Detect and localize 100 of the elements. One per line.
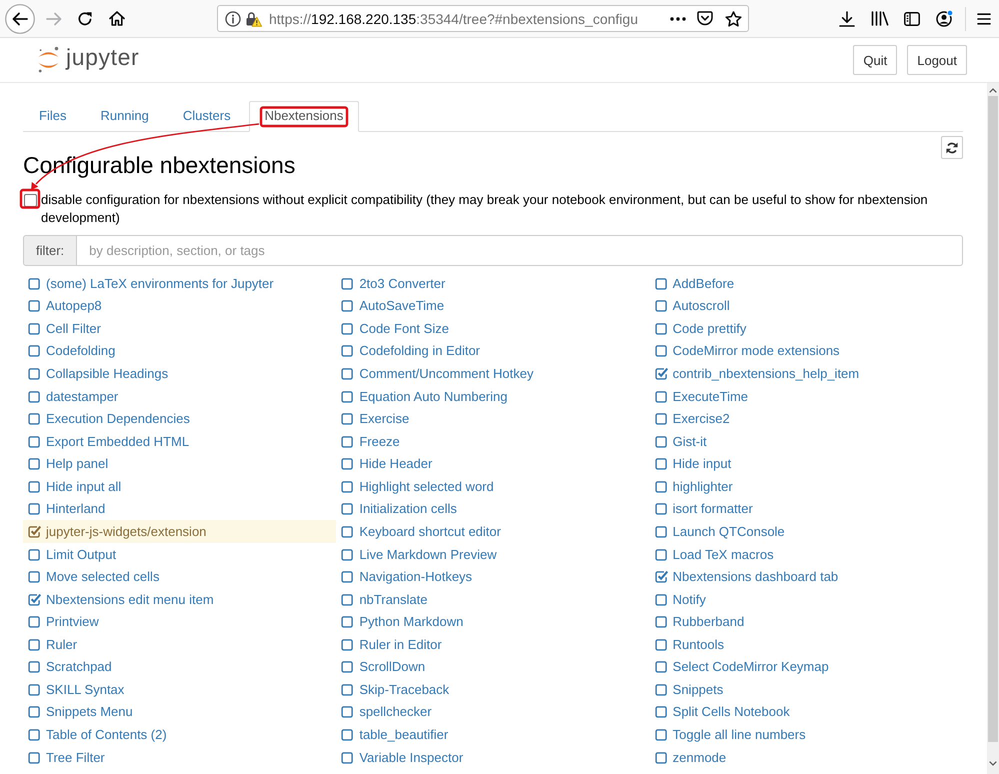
extension-item[interactable]: Execution Dependencies <box>23 407 336 430</box>
checkbox-icon[interactable] <box>654 615 668 628</box>
extension-item[interactable]: Comment/Uncomment Hotkey <box>336 362 650 385</box>
extension-item[interactable]: Notify <box>650 588 963 610</box>
checkbox-icon[interactable] <box>28 728 41 742</box>
extension-item[interactable]: Hide input <box>650 452 963 476</box>
checkbox-icon[interactable] <box>341 728 354 742</box>
library-icon[interactable] <box>871 11 889 26</box>
extension-item[interactable]: nbTranslate <box>336 588 650 610</box>
checkbox-icon[interactable] <box>654 276 668 290</box>
tab[interactable]: Running <box>84 101 165 131</box>
extension-item[interactable]: ScrollDown <box>336 656 650 678</box>
checkbox-icon[interactable] <box>28 299 41 312</box>
extension-item[interactable]: Autopep8 <box>23 294 336 318</box>
account-icon[interactable] <box>936 10 953 27</box>
refresh-button[interactable] <box>941 136 963 159</box>
extension-item[interactable]: Exercise <box>336 407 650 430</box>
checkbox-icon[interactable] <box>654 412 668 426</box>
checkbox-icon[interactable] <box>28 457 41 470</box>
checkbox-icon[interactable] <box>654 434 668 448</box>
extension-item[interactable]: CodeMirror mode extensions <box>650 340 963 362</box>
extension-item[interactable]: Ruler <box>23 633 336 656</box>
checkbox-icon[interactable] <box>654 299 668 312</box>
checkbox-icon[interactable] <box>654 750 668 764</box>
checkbox-icon[interactable] <box>28 412 41 426</box>
address-bar[interactable]: https://192.168.220.135:35344/tree?#nbextensions_configu <box>217 5 749 32</box>
checkbox-icon[interactable] <box>28 682 41 696</box>
checkbox-icon[interactable] <box>28 367 41 380</box>
shield-chevron-icon[interactable] <box>697 11 713 26</box>
extension-item[interactable]: Tree Filter <box>23 746 336 768</box>
extension-item[interactable]: zenmode <box>650 746 963 768</box>
extension-item[interactable]: Split Cells Notebook <box>650 700 963 724</box>
chevron-down-icon[interactable] <box>989 761 997 766</box>
extension-item[interactable]: Collapsible Headings <box>23 362 336 385</box>
checkbox-icon[interactable] <box>28 592 41 606</box>
checkbox-icon[interactable] <box>654 592 668 606</box>
info-icon[interactable] <box>225 10 241 26</box>
extension-item[interactable]: datestamper <box>23 384 336 408</box>
tab[interactable]: Clusters <box>166 101 247 131</box>
checkbox-icon[interactable] <box>341 322 354 335</box>
extension-item[interactable]: Select CodeMirror Keymap <box>650 656 963 678</box>
extension-item[interactable]: Cell Filter <box>23 317 336 340</box>
extension-item[interactable]: jupyter-js-widgets/extension <box>23 520 336 543</box>
extension-item[interactable]: Hinterland <box>23 498 336 520</box>
home-icon[interactable] <box>109 11 125 26</box>
extension-item[interactable]: ExecuteTime <box>650 384 963 408</box>
extension-item[interactable]: Printview <box>23 610 336 633</box>
checkbox-icon[interactable] <box>341 502 354 516</box>
extension-item[interactable]: Toggle all line numbers <box>650 723 963 746</box>
checkbox-icon[interactable] <box>28 480 41 493</box>
lock-warning-icon[interactable] <box>245 10 262 26</box>
extension-item[interactable]: Live Markdown Preview <box>336 542 650 566</box>
extension-item[interactable]: Snippets Menu <box>23 700 336 724</box>
extension-item[interactable]: Nbextensions edit menu item <box>23 588 336 610</box>
checkbox-icon[interactable] <box>28 638 41 651</box>
chevron-up-icon[interactable] <box>989 88 997 93</box>
extension-item[interactable]: Python Markdown <box>336 610 650 633</box>
extension-item[interactable]: AddBefore <box>650 272 963 295</box>
checkbox-icon[interactable] <box>341 480 354 493</box>
scrollbar[interactable] <box>987 83 999 774</box>
reload-icon[interactable] <box>77 10 93 26</box>
checkbox-icon[interactable] <box>341 524 354 538</box>
extension-item[interactable]: isort formatter <box>650 498 963 520</box>
extension-item[interactable]: AutoSaveTime <box>336 294 650 318</box>
extension-item[interactable]: Export Embedded HTML <box>23 430 336 452</box>
extension-item[interactable]: contrib_nbextensions_help_item <box>650 362 963 385</box>
checkbox-icon[interactable] <box>341 705 354 718</box>
checkbox-icon[interactable] <box>654 660 668 674</box>
checkbox-icon[interactable] <box>28 344 41 358</box>
checkbox-icon[interactable] <box>341 276 354 290</box>
quit-button[interactable]: Quit <box>853 45 898 75</box>
extension-item[interactable]: Scratchpad <box>23 656 336 678</box>
checkbox-icon[interactable] <box>654 548 668 561</box>
checkbox-icon[interactable] <box>28 276 41 290</box>
logout-button[interactable]: Logout <box>907 45 967 75</box>
sidebar-icon[interactable] <box>904 12 920 26</box>
checkbox-icon[interactable] <box>341 615 354 628</box>
extension-item[interactable]: Rubberband <box>650 610 963 633</box>
checkbox-icon[interactable] <box>28 548 41 561</box>
menu-icon[interactable] <box>977 12 991 24</box>
checkbox-icon[interactable] <box>654 390 668 403</box>
checkbox-icon[interactable] <box>28 615 41 628</box>
checkbox[interactable] <box>24 194 37 207</box>
checkbox-icon[interactable] <box>28 434 41 448</box>
checkbox-icon[interactable] <box>341 638 354 651</box>
checkbox-icon[interactable] <box>28 390 41 403</box>
checkbox-icon[interactable] <box>654 570 668 584</box>
extension-item[interactable]: Move selected cells <box>23 565 336 588</box>
extension-item[interactable]: Snippets <box>650 678 963 701</box>
checkbox-icon[interactable] <box>341 592 354 606</box>
checkbox-icon[interactable] <box>341 750 354 764</box>
extension-item[interactable]: Runtools <box>650 633 963 656</box>
back-icon[interactable] <box>5 4 35 34</box>
extension-item[interactable]: Highlight selected word <box>336 475 650 498</box>
checkbox-icon[interactable] <box>341 412 354 426</box>
extension-item[interactable]: Table of Contents (2) <box>23 723 336 746</box>
checkbox-icon[interactable] <box>341 570 354 584</box>
checkbox-icon[interactable] <box>341 344 354 358</box>
checkbox-icon[interactable] <box>341 367 354 380</box>
checkbox-icon[interactable] <box>28 524 41 538</box>
